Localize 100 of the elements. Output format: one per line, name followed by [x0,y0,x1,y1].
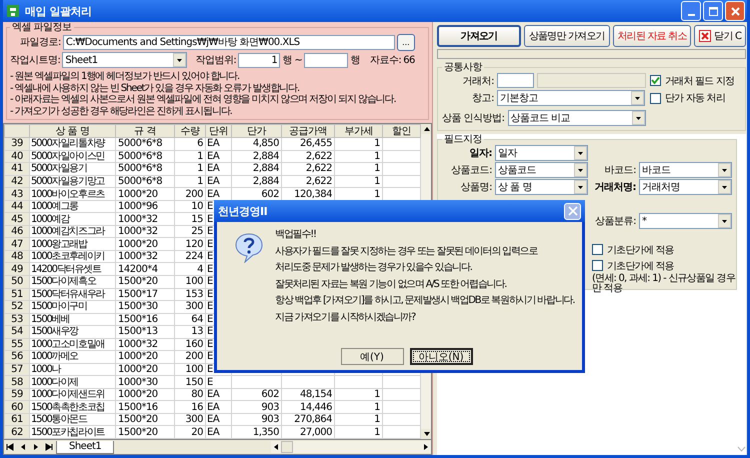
row-number: 50 [4,275,30,288]
row-number: 46 [4,225,30,238]
table-cell: 1 [334,162,382,176]
field-label: 창고: [471,92,494,105]
row-number: 60 [4,400,30,414]
table-cell: 903 [232,413,282,426]
table-cell: 2,622 [282,150,334,163]
column-header: 상 품 명 [30,124,116,138]
table-cell: 100 [174,363,206,376]
table-cell: 1000*32 [116,250,174,263]
column-header: 규 격 [116,124,174,138]
row-number: 44 [4,200,30,213]
row-number: 54 [4,326,30,338]
table-cell: 5000자일용기망고 [30,175,116,188]
table-cell: 1500촉촉한초코칩 [30,400,116,414]
table-cell: 300 [174,413,206,426]
table-cell: 10 [174,200,206,213]
table-cell: 1 [174,175,206,188]
table-cell: 1000예감치즈그라 [30,225,116,238]
table-cell: 2,884 [232,150,282,163]
table-cell: EA [206,413,232,426]
row-number: 55 [4,338,30,351]
table-cell: 1000예감 [30,212,116,226]
table-cell: 1000*32 [116,212,174,226]
table-cell: E [206,376,232,388]
table-cell: 26,455 [282,138,334,150]
table-cell: EA [206,138,232,150]
table-cell: EA [206,150,232,163]
checkbox-label: 거래처 필드 지정 [665,74,734,88]
table-cell: 1000*32 [116,225,174,238]
note-text: - 엑셀내에 사용하지 않는 빈 Sheet가 있을 경우 자동화 오류가 발생합니다. [10,82,300,94]
table-cell: 1000*20 [116,238,174,250]
table-cell: 6 [174,138,206,150]
table-cell: 1500다이제흑오 [30,275,116,288]
table-cell: 1 [334,388,382,401]
table-cell: 1 [174,150,206,163]
row-number: 58 [4,376,30,388]
column-header: 부가세 [334,124,382,138]
table-cell: 1 [334,175,382,188]
checkbox-label: 기초단가에 적용 [607,260,674,272]
checkbox-label: 기초단가에 적용 [607,244,674,256]
table-cell: 14200*4 [116,262,174,276]
table-cell: 150 [174,376,206,388]
table-cell: 15 [174,212,206,226]
table-cell: 14,446 [282,400,334,414]
field-label: 파일경로: [20,36,61,49]
table-cell: 4,850 [232,138,282,150]
column-header: 공급가액 [282,124,334,138]
group-title: 공통사항 [443,62,484,73]
table-cell: 1500닥터유새우라 [30,288,116,301]
field-label: 바코드: [604,164,636,177]
table-cell: 1000*32 [116,338,174,351]
table-cell: 1000*96 [116,200,174,213]
field-label: 상품명: [460,181,492,194]
table-cell: 1000*30 [116,376,174,388]
table-cell: 1 [334,400,382,414]
table-cell: 1000*20 [116,188,174,200]
table-cell: 5000*6*8 [116,150,174,163]
table-cell: 1000예그롱 [30,200,116,213]
row-number: 40 [4,150,30,163]
table-cell: 200 [174,188,206,200]
table-cell: 1000다이제샌드위 [30,388,116,401]
row-number: 57 [4,363,30,376]
row-number: 59 [4,388,30,401]
table-cell: EA [206,175,232,188]
group-title: 엑셀 파일정보 [11,22,73,33]
table-cell: 1500*20 [116,275,174,288]
row-number: 51 [4,288,30,301]
table-cell: 1500*20 [116,413,174,426]
field-label: 상품 인식방법: [442,112,505,125]
table-cell: 13 [174,326,206,338]
row-number: 56 [4,350,30,364]
row-number: 43 [4,188,30,200]
row-number: 45 [4,212,30,226]
row-number: 48 [4,250,30,263]
message-text: 잘못처리된 자료는 복원 기능이 없으며 A/S 또한 어렵습니다. [275,278,508,292]
checkbox-label: 단가 자동 처리 [665,92,725,105]
table-cell: 224 [174,250,206,263]
table-cell: 1000*20 [116,350,174,364]
field-label: 상품코드: [450,164,492,177]
table-cell: 1500*17 [116,288,174,301]
table-cell: 1 [334,138,382,150]
table-cell: 5000*6*8 [116,175,174,188]
table-cell: 1000*20 [116,363,174,376]
table-cell: 200 [174,350,206,364]
table-cell: 80 [174,388,206,401]
message-text: 지금 가져오기를 시작하시겠습니까? [275,310,417,324]
table-cell: 903 [232,400,282,414]
table-cell: 100 [174,275,206,288]
note-text: - 원본 엑셀파일의 1행에 헤더정보가 반드시 있어야 합니다. [10,71,240,82]
table-cell: 1000초코후레이키 [30,250,116,263]
row-number: 61 [4,413,30,426]
table-cell: 602 [232,388,282,401]
table-cell: 1500새우깡 [30,326,116,338]
table-cell: 1000고소미호밀애 [30,338,116,351]
field-label: 작업범위: [195,54,236,67]
field-label: 작업시트명: [10,54,60,67]
row-unit-label: 행 [350,54,360,67]
table-cell: 5000*6*8 [116,162,174,176]
table-cell: 120 [174,238,206,250]
